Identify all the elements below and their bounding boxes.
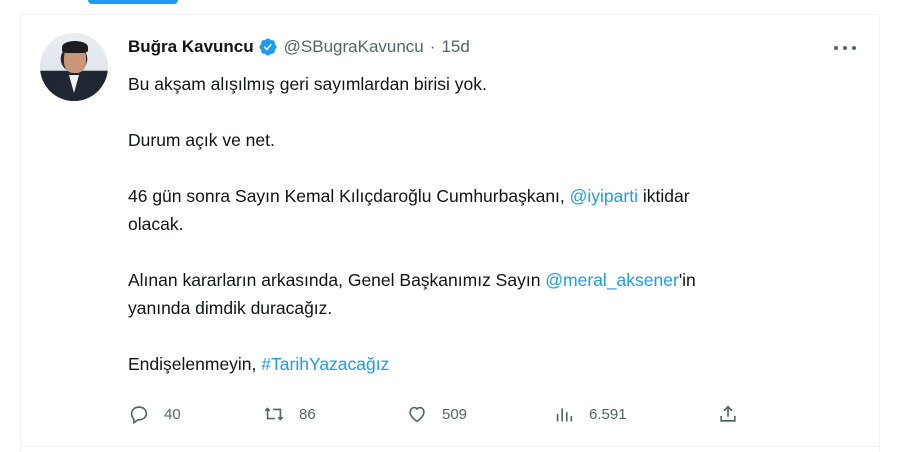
- tweet-timestamp[interactable]: 15d: [441, 37, 469, 57]
- reply-icon: [130, 406, 148, 425]
- like-count: 509: [442, 405, 468, 423]
- retweet-button[interactable]: 86: [263, 400, 316, 428]
- tweet-text: Bu akşam alışılmış geri sayımlardan biri…: [128, 70, 828, 378]
- more-dot: [834, 46, 838, 50]
- views-count: 6.591: [589, 405, 627, 423]
- more-dot: [852, 46, 856, 50]
- hashtag-link[interactable]: #TarihYazacağız: [261, 354, 389, 374]
- tweet-line: yanında dimdik duracağız.: [128, 298, 333, 318]
- action-bar: 40 86 509 6.591: [128, 400, 748, 428]
- retweet-icon: [264, 407, 284, 421]
- author-name[interactable]: Buğra Kavuncu: [128, 37, 254, 57]
- like-icon: [409, 406, 425, 423]
- share-icon: [720, 405, 736, 422]
- tweet-line: 46 gün sonra Sayın Kemal Kılıçdaroğlu Cu…: [128, 186, 690, 206]
- retweet-count: 86: [299, 405, 316, 423]
- more-dot: [843, 46, 847, 50]
- views-button[interactable]: 6.591: [553, 400, 627, 428]
- active-tab-indicator: [88, 0, 178, 4]
- avatar-hair: [62, 41, 88, 53]
- avatar[interactable]: [40, 33, 108, 101]
- tweet-line: olacak.: [128, 214, 184, 234]
- reply-button[interactable]: 40: [128, 400, 181, 428]
- share-button[interactable]: [717, 400, 739, 428]
- tweet-line: Alınan kararların arkasında, Genel Başka…: [128, 270, 696, 290]
- tweet-line: Bu akşam alışılmış geri sayımlardan biri…: [128, 74, 487, 94]
- like-button[interactable]: 509: [406, 400, 467, 428]
- author-handle[interactable]: @SBugraKavuncu: [284, 37, 424, 57]
- reply-count: 40: [164, 405, 181, 423]
- views-icon: [556, 408, 573, 422]
- divider: [20, 446, 880, 447]
- mention-link[interactable]: @meral_aksener: [545, 270, 679, 290]
- tweet-header: Buğra Kavuncu @SBugraKavuncu · 15d: [128, 36, 470, 58]
- tweet-line: Durum açık ve net.: [128, 130, 275, 150]
- separator-dot: ·: [429, 37, 436, 56]
- verified-badge-icon: [259, 38, 277, 56]
- more-icon[interactable]: [834, 38, 856, 58]
- mention-link[interactable]: @iyiparti: [570, 186, 638, 206]
- tweet-line: Endişelenmeyin, #TarihYazacağız: [128, 354, 390, 374]
